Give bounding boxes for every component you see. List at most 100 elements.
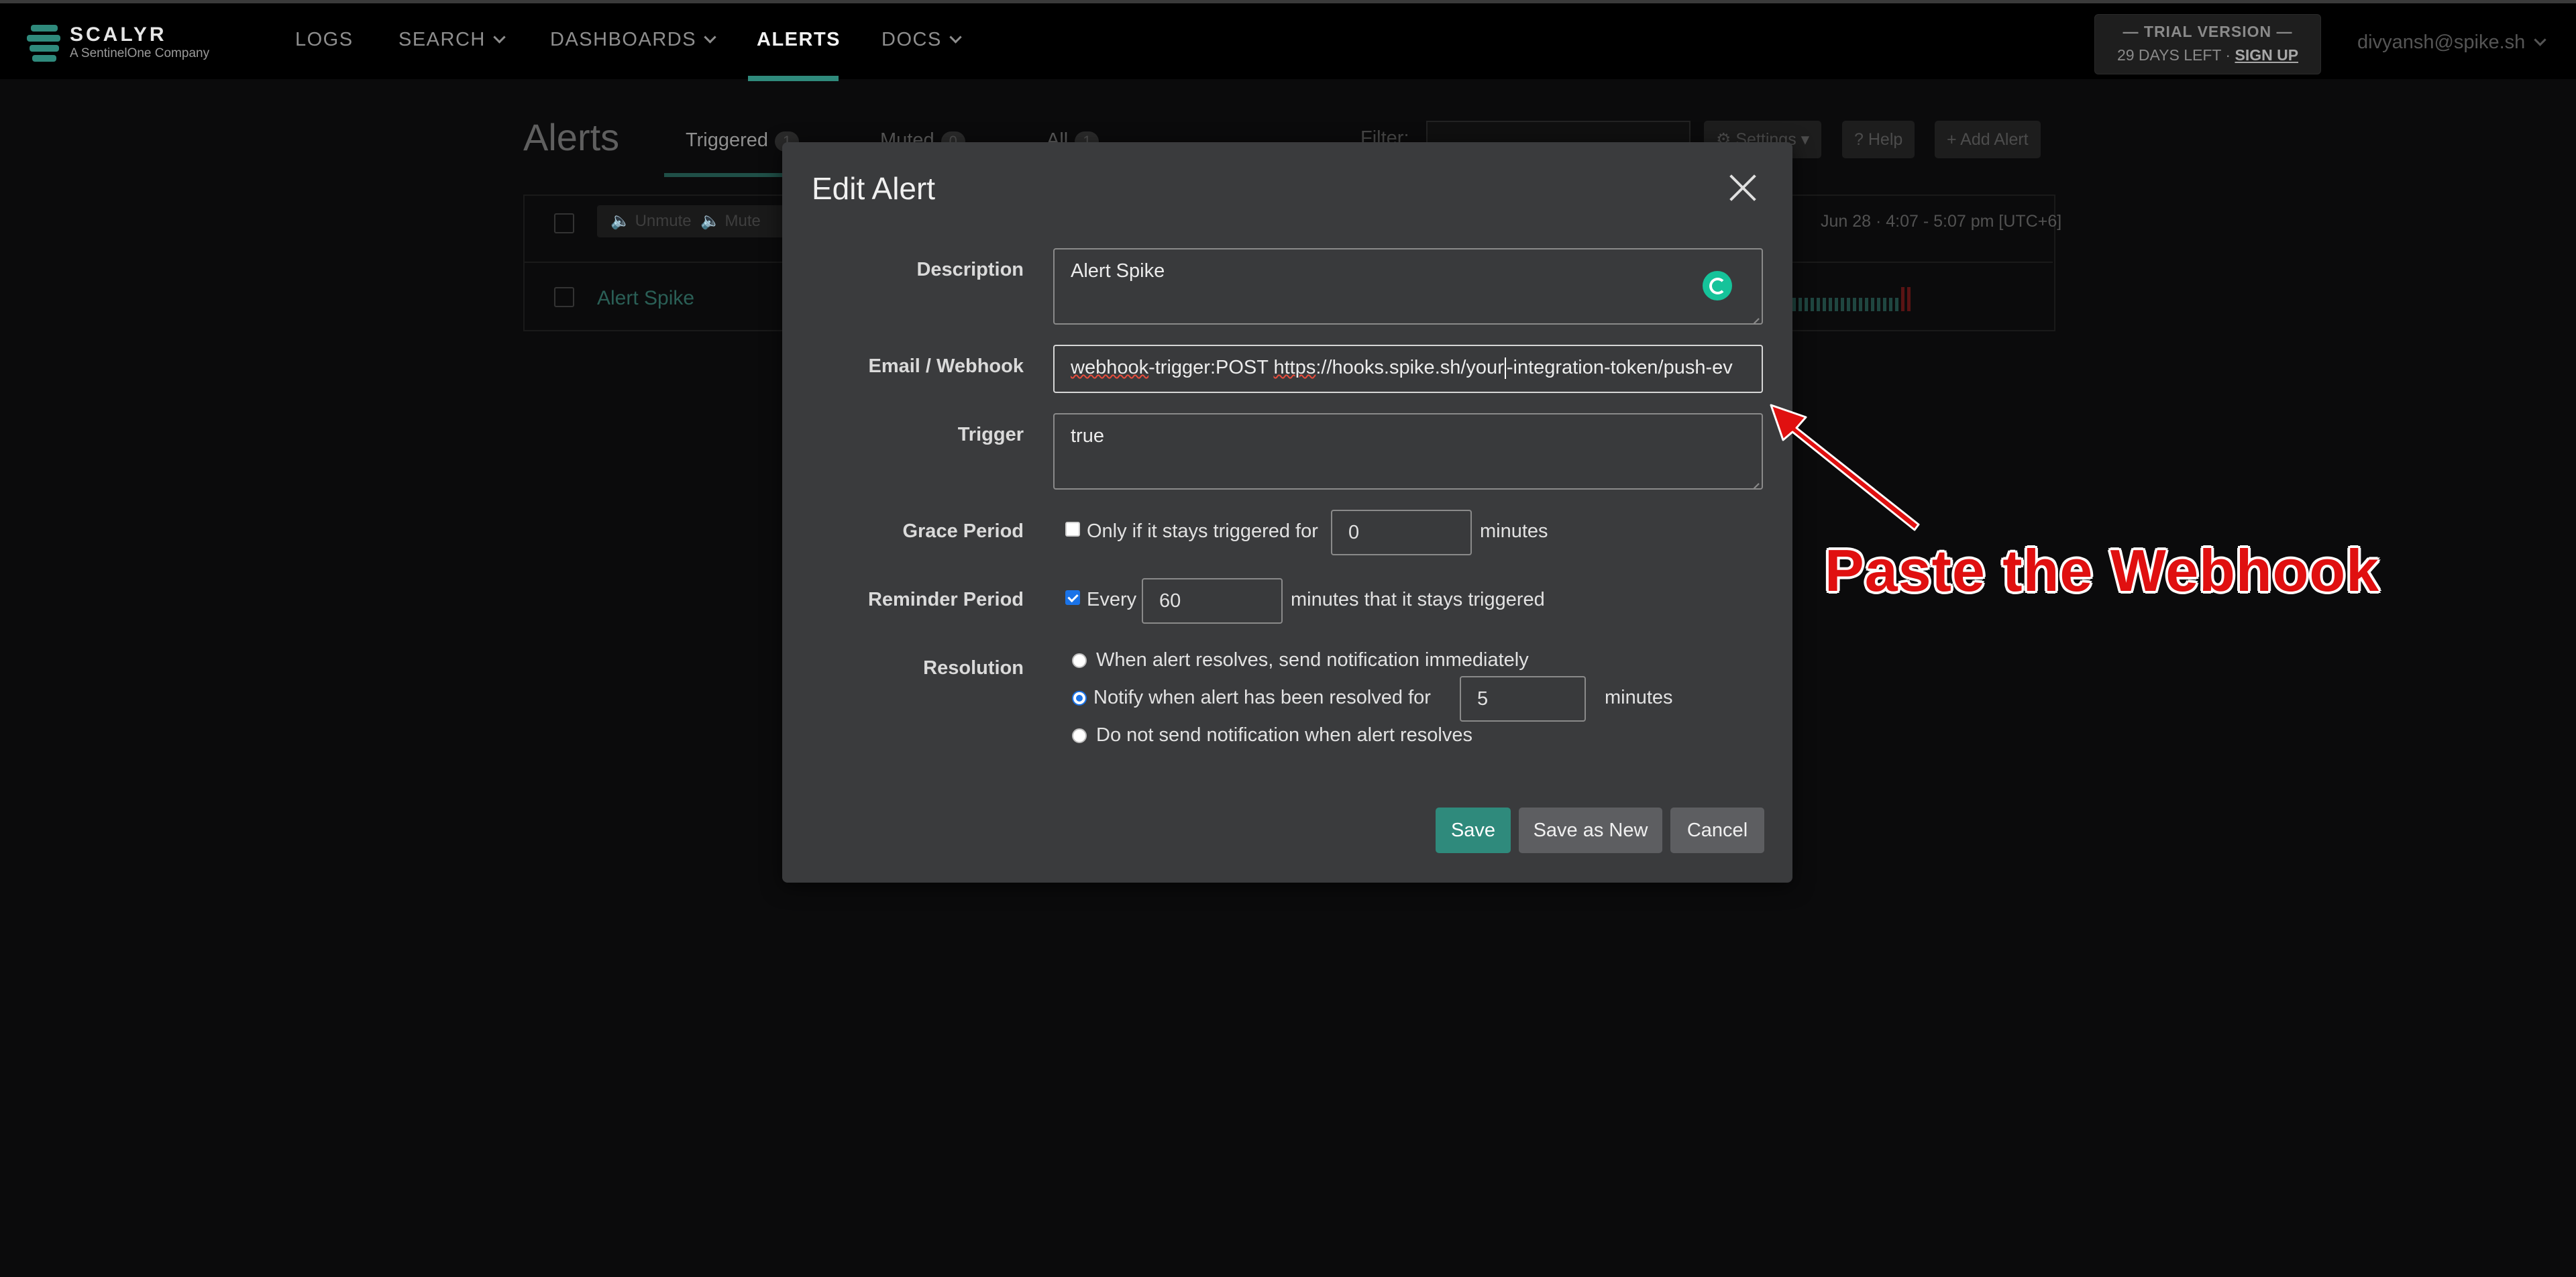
- edit-alert-modal: Edit Alert Description Alert Spike Email…: [782, 142, 1792, 883]
- user-menu[interactable]: divyansh@spike.sh: [2357, 32, 2546, 54]
- sparkline-bar: [1907, 287, 1911, 311]
- tab-active-underline: [664, 173, 798, 177]
- trial-banner: — TRIAL VERSION — 29 DAYS LEFT · SIGN UP: [2094, 14, 2321, 74]
- sparkline-bar: [1853, 298, 1856, 311]
- save-as-new-button[interactable]: Save as New: [1519, 808, 1662, 853]
- trigger-label: Trigger: [957, 424, 1024, 445]
- sparkline-bar: [1847, 298, 1850, 311]
- sparkline-bar: [1829, 298, 1832, 311]
- sparkline-bar: [1805, 298, 1808, 311]
- help-button[interactable]: ? Help: [1842, 121, 1915, 158]
- help-label: Help: [1868, 130, 1903, 149]
- text-caret: [1504, 357, 1506, 380]
- webhook-label: Email / Webhook: [868, 355, 1024, 377]
- sparkline-bar: [1865, 298, 1868, 311]
- sparkline-bar: [1841, 298, 1844, 311]
- user-email: divyansh@spike.sh: [2357, 32, 2526, 53]
- sparkline-bar: [1823, 298, 1826, 311]
- sparkline-bar: [1859, 298, 1862, 311]
- resolution-label: Resolution: [923, 657, 1024, 679]
- resolution-delay-input[interactable]: 5: [1460, 676, 1586, 722]
- webhook-text: -integration-token/push-ev: [1506, 357, 1733, 378]
- webhook-text-misspelled: webhook: [1071, 357, 1149, 378]
- sign-up-link[interactable]: SIGN UP: [2235, 46, 2298, 64]
- add-alert-label: Add Alert: [1960, 130, 2029, 149]
- grace-period-input[interactable]: 0: [1331, 510, 1472, 555]
- resolution-radio-delayed[interactable]: [1072, 691, 1087, 706]
- chevron-down-icon: [949, 31, 962, 44]
- sparkline-bar: [1799, 298, 1802, 311]
- webhook-text: ://hooks.spike.sh/your: [1316, 357, 1504, 378]
- reminder-period-unit: minutes that it stays triggered: [1291, 589, 1545, 610]
- reminder-period-option-label: Every: [1087, 589, 1137, 610]
- add-alert-button[interactable]: + Add Alert: [1935, 121, 2041, 158]
- modal-title: Edit Alert: [812, 171, 936, 206]
- description-label: Description: [916, 259, 1024, 280]
- save-button[interactable]: Save: [1436, 808, 1511, 853]
- select-all-checkbox[interactable]: [554, 213, 574, 233]
- grace-period-unit: minutes: [1480, 520, 1548, 542]
- alert-row-link[interactable]: Alert Spike: [597, 287, 694, 310]
- logo-subtitle: A SentinelOne Company: [70, 46, 210, 60]
- logo-icon: [27, 25, 63, 62]
- nav-search-label: SEARCH: [398, 29, 486, 50]
- description-field[interactable]: Alert Spike: [1053, 248, 1763, 325]
- grace-period-label: Grace Period: [902, 520, 1024, 542]
- nav-logs-label: LOGS: [295, 29, 354, 50]
- page-title: Alerts: [523, 116, 620, 158]
- resolution-radio-none[interactable]: [1072, 728, 1087, 743]
- grace-period-checkbox[interactable]: [1065, 522, 1080, 537]
- webhook-input[interactable]: webhook-trigger:POST https://hooks.spike…: [1053, 345, 1763, 393]
- sparkline-bar: [1895, 298, 1898, 311]
- webhook-text: -trigger:POST: [1148, 357, 1274, 378]
- sparkline-bar: [1792, 298, 1796, 311]
- reminder-period-label: Reminder Period: [867, 589, 1024, 610]
- chevron-down-icon: [2534, 34, 2546, 46]
- cancel-button[interactable]: Cancel: [1670, 808, 1764, 853]
- date-range: Jun 28 · 4:07 - 5:07 pm [UTC+6]: [1821, 212, 2062, 231]
- resize-handle-icon[interactable]: [1750, 311, 1759, 321]
- nav-active-underline: [748, 76, 839, 81]
- nav-dashboards-label: DASHBOARDS: [550, 29, 697, 50]
- top-nav-bar: SCALYR A SentinelOne Company LOGS SEARCH…: [0, 0, 2576, 81]
- trigger-value: true: [1071, 425, 1104, 447]
- chevron-down-icon: [493, 31, 506, 44]
- unmute-label: Unmute: [635, 212, 692, 230]
- scalyr-logo[interactable]: SCALYR A SentinelOne Company: [27, 22, 228, 65]
- mute-label: Mute: [724, 212, 761, 230]
- trial-title: — TRIAL VERSION —: [2123, 23, 2293, 40]
- sparkline-bar: [1883, 298, 1886, 311]
- nav-search[interactable]: SEARCH: [398, 29, 506, 51]
- nav-docs-label: DOCS: [881, 29, 942, 50]
- resolution-option-delayed: Notify when alert has been resolved for: [1093, 687, 1431, 708]
- trigger-field[interactable]: true: [1053, 413, 1763, 490]
- sparkline-bar: [1811, 298, 1814, 311]
- webhook-text-misspelled: https: [1273, 357, 1316, 378]
- resolution-radio-immediate[interactable]: [1072, 653, 1087, 668]
- logo-name: SCALYR: [70, 23, 167, 46]
- nav-docs[interactable]: DOCS: [881, 29, 962, 51]
- chevron-down-icon: [704, 31, 716, 44]
- sparkline-bar: [1889, 298, 1892, 311]
- sparkline-bar: [1835, 298, 1838, 311]
- resolution-unit: minutes: [1605, 687, 1673, 708]
- grammarly-icon[interactable]: [1703, 271, 1732, 300]
- trial-days-left: 29 DAYS LEFT ·: [2116, 46, 2231, 64]
- row-checkbox[interactable]: [554, 287, 574, 307]
- sparkline-bar: [1817, 298, 1820, 311]
- nav-logs[interactable]: LOGS: [295, 29, 354, 51]
- annotation-text: Paste the Webhook: [1825, 537, 2380, 604]
- reminder-period-checkbox[interactable]: [1065, 590, 1080, 605]
- sparkline-bar: [1901, 287, 1904, 311]
- alert-sparkline: [1792, 284, 1927, 311]
- grace-period-option-label: Only if it stays triggered for: [1087, 520, 1318, 542]
- sparkline-bar: [1877, 298, 1880, 311]
- description-value: Alert Spike: [1071, 260, 1165, 282]
- reminder-period-input[interactable]: 60: [1142, 578, 1283, 624]
- annotation-arrow-icon: [1770, 404, 1920, 531]
- nav-alerts[interactable]: ALERTS: [757, 29, 841, 51]
- resolution-option-immediate: When alert resolves, send notification i…: [1096, 649, 1529, 671]
- close-icon[interactable]: [1728, 173, 1758, 203]
- unmute-button[interactable]: 🔈 Unmute 🔈 Mute: [597, 205, 798, 237]
- nav-dashboards[interactable]: DASHBOARDS: [550, 29, 716, 51]
